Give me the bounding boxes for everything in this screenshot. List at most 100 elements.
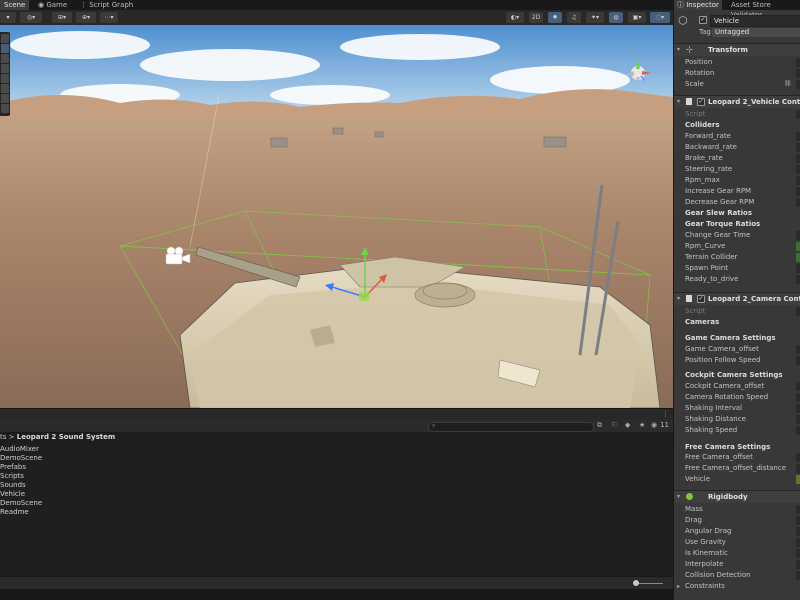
value-field[interactable] bbox=[796, 154, 800, 163]
value-field[interactable] bbox=[796, 426, 800, 435]
vehicle-controller-header[interactable]: ▾ ✓ Leopard 2_Vehicle Controller bbox=[674, 95, 800, 108]
rigidbody-header[interactable]: ▾ Rigidbody bbox=[674, 490, 800, 503]
tab-game[interactable]: ◉ Game bbox=[34, 0, 71, 10]
tab-inspector[interactable]: ⓘ Inspector bbox=[674, 0, 722, 10]
name-field[interactable]: Vehicle bbox=[710, 15, 800, 27]
list-item[interactable]: DemoScene bbox=[0, 454, 42, 463]
script-object-field[interactable] bbox=[796, 307, 800, 316]
rotate-tool-icon[interactable] bbox=[1, 54, 9, 63]
component-enabled-checkbox[interactable]: ✓ bbox=[697, 98, 705, 106]
dropdown-field[interactable] bbox=[796, 560, 800, 569]
value-field[interactable] bbox=[796, 516, 800, 525]
value-field[interactable] bbox=[796, 415, 800, 424]
value-field[interactable] bbox=[796, 356, 800, 365]
list-item[interactable]: Prefabs bbox=[0, 463, 26, 472]
rotation-value-field[interactable] bbox=[796, 69, 800, 78]
gear-torque-foldout[interactable]: Gear Torque Ratios bbox=[685, 219, 760, 230]
pivot-button[interactable]: ⊞▾ bbox=[52, 12, 72, 23]
scale-tool-icon[interactable] bbox=[1, 64, 9, 73]
icon-size-slider-handle[interactable] bbox=[633, 580, 639, 586]
dropdown-field[interactable] bbox=[796, 571, 800, 580]
checkbox-field[interactable] bbox=[796, 538, 800, 547]
value-field[interactable] bbox=[796, 165, 800, 174]
tag-icon[interactable]: ◆ bbox=[625, 421, 630, 429]
gear-slew-foldout[interactable]: Gear Slew Ratios bbox=[685, 208, 752, 219]
shading-mode-button[interactable]: ▾ bbox=[0, 12, 16, 23]
lighting-button[interactable]: ✹ bbox=[548, 12, 562, 23]
tab-asset-store-validator[interactable]: Asset Store Validator bbox=[728, 0, 800, 19]
favorites-icon[interactable]: ★ bbox=[639, 421, 645, 429]
value-field[interactable] bbox=[796, 453, 800, 462]
value-field[interactable] bbox=[796, 464, 800, 473]
value-field[interactable] bbox=[796, 143, 800, 152]
value-field[interactable] bbox=[796, 393, 800, 402]
scene-viewport[interactable] bbox=[0, 25, 673, 408]
colliders-foldout[interactable]: Colliders bbox=[685, 120, 720, 131]
list-item[interactable]: Sounds bbox=[0, 481, 26, 490]
tab-script-graph[interactable]: ⋮ Script Graph bbox=[76, 0, 137, 10]
eye-icon[interactable]: ◉ bbox=[651, 421, 657, 429]
value-field[interactable] bbox=[796, 275, 800, 284]
value-field[interactable] bbox=[796, 176, 800, 185]
camera-settings-button[interactable]: ▣▾ bbox=[628, 12, 646, 23]
cameras-foldout[interactable]: Cameras bbox=[685, 317, 719, 328]
value-field[interactable] bbox=[796, 264, 800, 273]
transform-header[interactable]: ▾ ⊹ Transform bbox=[674, 43, 800, 56]
tag-value: Untagged bbox=[715, 28, 750, 36]
hidden-objects-button[interactable]: ◍ bbox=[609, 12, 623, 23]
value-field[interactable] bbox=[796, 404, 800, 413]
value-field[interactable] bbox=[796, 231, 800, 240]
transform-tool-icon[interactable] bbox=[1, 84, 9, 93]
curve-field[interactable] bbox=[796, 242, 800, 251]
grid-snap-button[interactable]: ⋯▾ bbox=[100, 12, 118, 23]
value-field[interactable] bbox=[796, 187, 800, 196]
panel-menu-icon[interactable]: ⋮ bbox=[662, 410, 669, 418]
component-enabled-checkbox[interactable]: ✓ bbox=[697, 295, 705, 303]
field-label: Shaking Speed bbox=[685, 426, 738, 434]
list-item[interactable]: Vehicle bbox=[0, 490, 25, 499]
list-item[interactable]: AudioMixer bbox=[0, 445, 39, 454]
object-field[interactable] bbox=[796, 475, 800, 484]
tag-dropdown[interactable]: Untagged bbox=[712, 28, 800, 37]
list-item[interactable]: Scripts bbox=[0, 472, 24, 481]
draw-mode-button[interactable]: ◎▾ bbox=[20, 12, 42, 23]
value-field[interactable] bbox=[796, 527, 800, 536]
shading-sphere-button[interactable]: ◐▾ bbox=[506, 12, 524, 23]
active-checkbox[interactable]: ✓ bbox=[699, 16, 707, 24]
list-item[interactable]: DemoScene bbox=[0, 499, 42, 508]
filter-type-icon[interactable]: ⧉ bbox=[597, 421, 602, 430]
breadcrumb-prefix[interactable]: ts bbox=[0, 433, 6, 441]
audio-button[interactable]: ♫ bbox=[567, 12, 581, 23]
scale-value-field[interactable] bbox=[796, 80, 800, 89]
position-value-field[interactable] bbox=[796, 58, 800, 67]
camera-controller-header[interactable]: ▾ ✓ Leopard 2_Camera Controller bbox=[674, 292, 800, 305]
effects-button[interactable]: ✦▾ bbox=[586, 12, 604, 23]
constraints-foldout[interactable]: ▸ Constraints bbox=[677, 581, 725, 592]
hand-tool-icon[interactable] bbox=[1, 34, 9, 43]
filter-label-icon[interactable]: ⚐ bbox=[611, 421, 617, 429]
breadcrumb-current[interactable]: Leopard 2 Sound System bbox=[17, 433, 115, 441]
value-field[interactable] bbox=[796, 382, 800, 391]
value-field[interactable] bbox=[796, 198, 800, 207]
tab-scene[interactable]: Scene bbox=[0, 0, 30, 10]
move-tool-icon[interactable] bbox=[1, 44, 9, 53]
object-field[interactable] bbox=[796, 253, 800, 262]
expand-arrow-icon: ▾ bbox=[677, 46, 681, 53]
field-label: Shaking Distance bbox=[685, 415, 746, 423]
field-label: Use Gravity bbox=[685, 538, 726, 546]
gizmos-button[interactable]: ◌▾ bbox=[650, 12, 670, 23]
mode-2d-button[interactable]: 2D bbox=[529, 12, 543, 23]
value-field[interactable] bbox=[796, 345, 800, 354]
rect-tool-icon[interactable] bbox=[1, 74, 9, 83]
checkbox-field[interactable] bbox=[796, 549, 800, 558]
list-item[interactable]: Readme bbox=[0, 508, 29, 517]
value-field[interactable] bbox=[796, 505, 800, 514]
custom-tool-icon[interactable] bbox=[1, 94, 9, 103]
field-label: Angular Drag bbox=[685, 527, 732, 535]
project-search-input[interactable]: ⌕ bbox=[428, 422, 594, 432]
value-field[interactable] bbox=[796, 132, 800, 141]
script-object-field[interactable] bbox=[796, 110, 800, 119]
more-tools-icon[interactable] bbox=[1, 104, 9, 113]
global-button[interactable]: ⊕▾ bbox=[76, 12, 96, 23]
link-scale-icon[interactable]: ⛓ bbox=[784, 80, 792, 87]
